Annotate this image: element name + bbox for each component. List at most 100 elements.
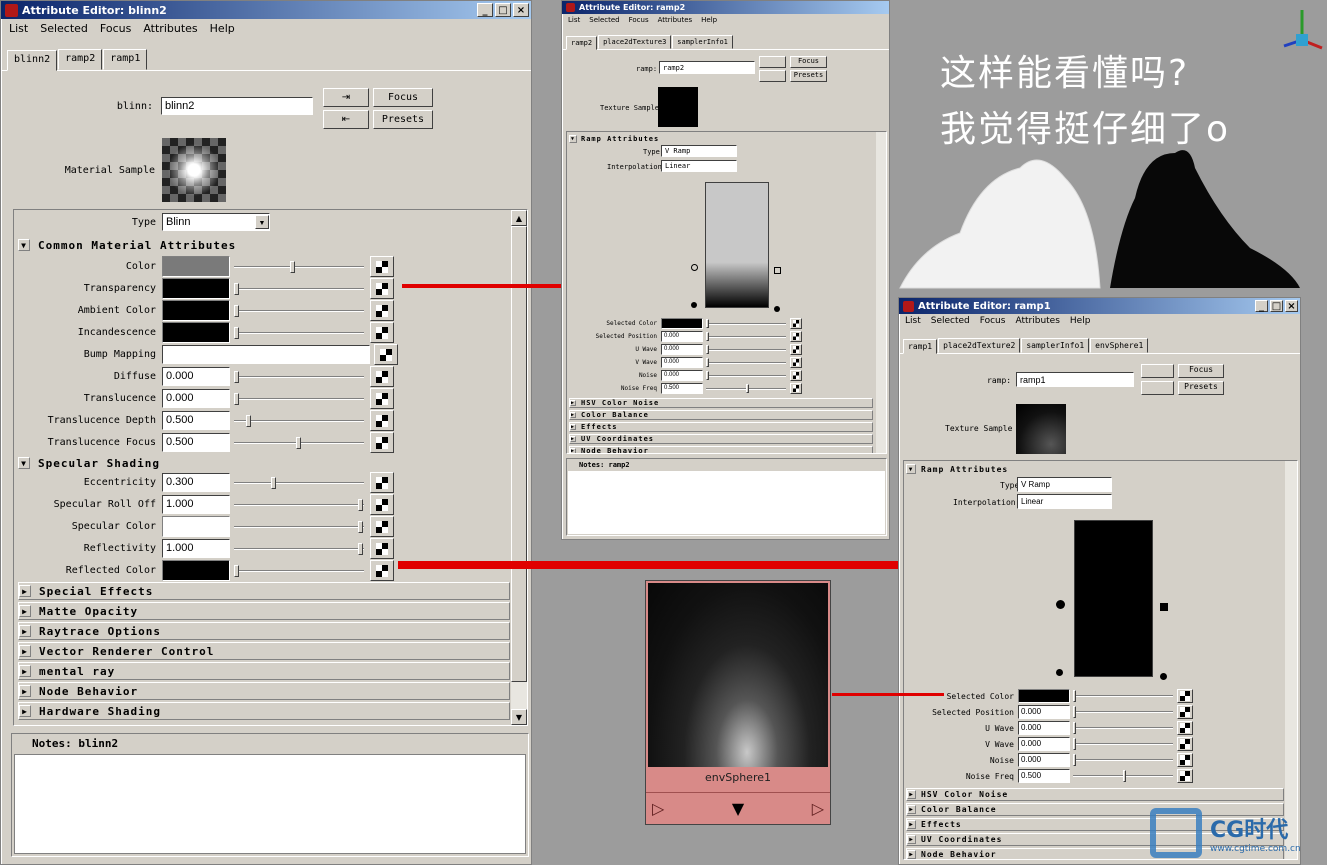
slider-knob[interactable] [1073,706,1076,718]
slider-knob[interactable] [358,498,363,511]
ramp-color-handle-icon[interactable] [691,264,698,271]
menu-list[interactable]: List [905,316,921,326]
menu-attributes[interactable]: Attributes [658,16,693,24]
scroll-down-icon[interactable]: ▼ [511,709,527,725]
color-swatch[interactable] [162,300,230,321]
input-connection-button[interactable] [759,56,786,68]
expand-arrow-icon[interactable]: ▼ [732,799,744,818]
attribute-slider[interactable] [1073,689,1173,703]
attribute-value-field[interactable]: 0.000 [1018,705,1070,719]
attribute-slider[interactable] [1073,705,1173,719]
selected-color-swatch[interactable] [661,318,703,329]
ramp-delete-handle-icon[interactable] [774,306,780,312]
slider-knob[interactable] [358,542,363,555]
map-texture-button[interactable] [790,357,802,368]
menu-list[interactable]: List [568,16,580,24]
slider-knob[interactable] [234,564,239,577]
color-swatch[interactable] [162,256,230,277]
collapsed-section-header[interactable]: ▶ Matte Opacity [18,602,510,620]
interpolation-dropdown[interactable]: Linear [661,160,737,172]
focus-button[interactable]: Focus [790,56,827,68]
type-dropdown[interactable]: Blinn ▼ [162,213,270,231]
node-name-field[interactable]: ramp2 [659,61,755,74]
attribute-slider[interactable] [234,542,364,556]
map-texture-button[interactable] [790,383,802,394]
ramp-color-handle-icon[interactable] [1056,669,1063,676]
output-port-icon[interactable]: ▷ [812,799,824,818]
attribute-slider[interactable] [234,282,364,296]
attribute-slider[interactable] [234,326,364,340]
map-texture-button[interactable] [370,560,394,581]
slider-knob[interactable] [234,304,239,317]
slider-knob[interactable] [1123,770,1126,782]
minimize-button[interactable]: _ [477,3,493,17]
attribute-value-field[interactable]: 0.000 [1018,737,1070,751]
tab-ramp1[interactable]: ramp1 [103,49,148,70]
collapsed-section-header[interactable]: ▶ Effects [569,422,873,432]
color-swatch[interactable] [162,322,230,343]
output-connection-button[interactable] [759,70,786,82]
slider-knob[interactable] [296,436,301,449]
menu-attributes[interactable]: Attributes [1015,316,1059,326]
menu-help[interactable]: Help [701,16,717,24]
close-button[interactable]: × [513,3,529,17]
map-texture-button[interactable] [1177,737,1193,751]
collapsed-section-header[interactable]: ▶ HSV Color Noise [569,398,873,408]
map-texture-button[interactable] [370,388,394,409]
map-texture-button[interactable] [790,331,802,342]
tab-samplerinfo1[interactable]: samplerInfo1 [1021,338,1090,353]
attribute-slider[interactable] [234,414,364,428]
selected-color-swatch[interactable] [1018,689,1070,703]
collapsed-section-header[interactable]: ▶ HSV Color Noise [906,788,1284,801]
slider-knob[interactable] [706,319,709,328]
ramp-color-handle-icon[interactable] [1056,600,1065,609]
map-texture-button[interactable] [370,322,394,343]
collapsed-section-header[interactable]: ▶ Color Balance [569,410,873,420]
ramp-color-handle-icon[interactable] [691,302,697,308]
specular-section-header[interactable]: ▼ Specular Shading [18,454,160,472]
menu-list[interactable]: List [9,22,28,36]
input-connection-button[interactable]: ⇥ [323,88,369,107]
tab-ramp2[interactable]: ramp2 [566,36,598,50]
map-texture-button[interactable] [370,410,394,431]
menu-focus[interactable]: Focus [629,16,649,24]
ramp-delete-handle-icon[interactable] [1160,603,1168,611]
slider-knob[interactable] [706,371,709,380]
attribute-slider[interactable] [706,318,786,329]
map-texture-button[interactable] [1177,689,1193,703]
slider-knob[interactable] [246,414,252,427]
collapsed-section-header[interactable]: ▶ Vector Renderer Control [18,642,510,660]
slider-knob[interactable] [1073,754,1076,766]
color-swatch[interactable] [162,516,230,537]
attribute-value-field[interactable]: 0.500 [1018,769,1070,783]
slider-knob[interactable] [706,358,709,367]
attribute-value-field[interactable]: 0.500 [162,411,230,430]
tab-ramp2[interactable]: ramp2 [58,49,103,70]
attribute-value-field[interactable]: 1.000 [162,539,230,558]
interpolation-dropdown[interactable]: Linear [1017,494,1112,509]
attribute-value-field[interactable]: 0.000 [661,344,703,355]
output-connection-button[interactable]: ⇤ [323,110,369,129]
menu-attributes[interactable]: Attributes [143,22,197,36]
attribute-slider[interactable] [234,392,364,406]
presets-button[interactable]: Presets [790,70,827,82]
map-texture-button[interactable] [1177,769,1193,783]
map-texture-button[interactable] [370,432,394,453]
focus-button[interactable]: Focus [373,88,433,107]
tab-envsphere1[interactable]: envSphere1 [1090,338,1149,353]
attribute-value-field[interactable]: 1.000 [162,495,230,514]
collapsed-section-header[interactable]: ▶ Special Effects [18,582,510,600]
attribute-slider[interactable] [706,383,786,394]
map-texture-button[interactable] [370,538,394,559]
menu-focus[interactable]: Focus [100,22,131,36]
ramp-delete-handle-icon[interactable] [1160,673,1167,680]
attribute-value-field[interactable]: 0.000 [162,389,230,408]
slider-knob[interactable] [1073,722,1076,734]
color-swatch[interactable] [162,278,230,299]
focus-button[interactable]: Focus [1178,364,1224,378]
attribute-slider[interactable] [1073,737,1173,751]
attribute-slider[interactable] [706,357,786,368]
attribute-slider[interactable] [1073,753,1173,767]
map-texture-button[interactable] [370,494,394,515]
menu-selected[interactable]: Selected [931,316,970,326]
